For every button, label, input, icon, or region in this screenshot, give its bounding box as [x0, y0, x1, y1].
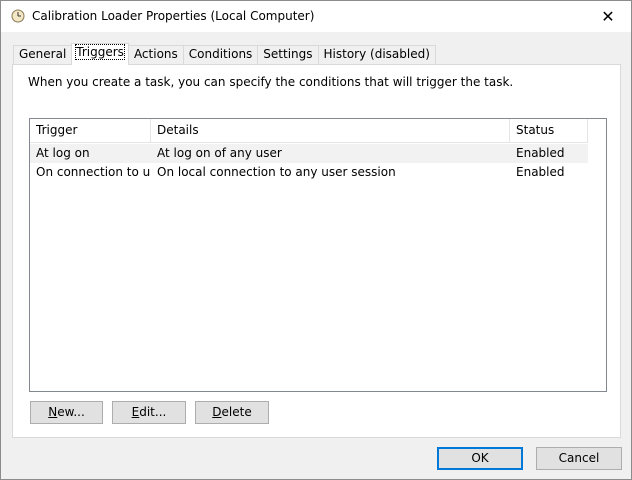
tab-settings[interactable]: Settings — [257, 45, 319, 64]
close-icon: ✕ — [601, 7, 615, 26]
new-mnemonic: N — [48, 405, 58, 419]
task-scheduler-clock-icon — [11, 9, 25, 23]
cancel-button[interactable]: Cancel — [536, 447, 622, 470]
new-button[interactable]: New... — [30, 401, 103, 424]
tab-label: General — [19, 47, 67, 61]
tab-history[interactable]: History (disabled) — [317, 45, 436, 64]
column-header-trigger[interactable]: Trigger — [30, 119, 151, 143]
tab-triggers[interactable]: Triggers — [71, 43, 129, 65]
properties-dialog: Calibration Loader Properties (Local Com… — [0, 0, 632, 480]
details-cell: At log on of any user — [157, 146, 282, 160]
tab-label: History (disabled) — [323, 47, 430, 61]
column-header-status[interactable]: Status — [510, 119, 588, 143]
close-button[interactable]: ✕ — [585, 1, 631, 32]
tab-label: Settings — [263, 47, 313, 61]
delete-mnemonic: D — [212, 405, 222, 419]
table-row[interactable]: At log on At log on of any user Enabled — [30, 144, 588, 163]
triggers-description: When you create a task, you can specify … — [28, 75, 514, 89]
tab-actions[interactable]: Actions — [127, 45, 184, 64]
tab-strip: General Triggers Actions Conditions Sett… — [13, 43, 436, 65]
triggers-tab-panel: When you create a task, you can specify … — [12, 64, 621, 438]
column-header-details[interactable]: Details — [151, 119, 510, 143]
tab-label: Conditions — [188, 47, 253, 61]
tab-label: Actions — [133, 47, 178, 61]
tab-label: Triggers — [75, 44, 125, 60]
window-title: Calibration Loader Properties (Local Com… — [32, 9, 315, 23]
trigger-cell: On connection to u... — [36, 165, 151, 179]
new-label: ew... — [57, 405, 85, 419]
table-row[interactable]: On connection to u... On local connectio… — [30, 163, 588, 182]
details-cell: On local connection to any user session — [157, 165, 396, 179]
delete-label: elete — [221, 405, 252, 419]
delete-button[interactable]: Delete — [195, 401, 269, 424]
triggers-list[interactable]: Trigger Details Status At log on At log … — [29, 118, 607, 392]
title-bar[interactable]: Calibration Loader Properties (Local Com… — [1, 1, 631, 32]
status-cell: Enabled — [516, 146, 565, 160]
trigger-cell: At log on — [36, 146, 90, 160]
edit-label: dit... — [139, 405, 167, 419]
tab-conditions[interactable]: Conditions — [182, 45, 259, 64]
edit-button[interactable]: Edit... — [112, 401, 186, 424]
ok-button[interactable]: OK — [437, 447, 523, 470]
tab-general[interactable]: General — [13, 45, 73, 64]
status-cell: Enabled — [516, 165, 565, 179]
list-header: Trigger Details Status — [30, 119, 588, 143]
